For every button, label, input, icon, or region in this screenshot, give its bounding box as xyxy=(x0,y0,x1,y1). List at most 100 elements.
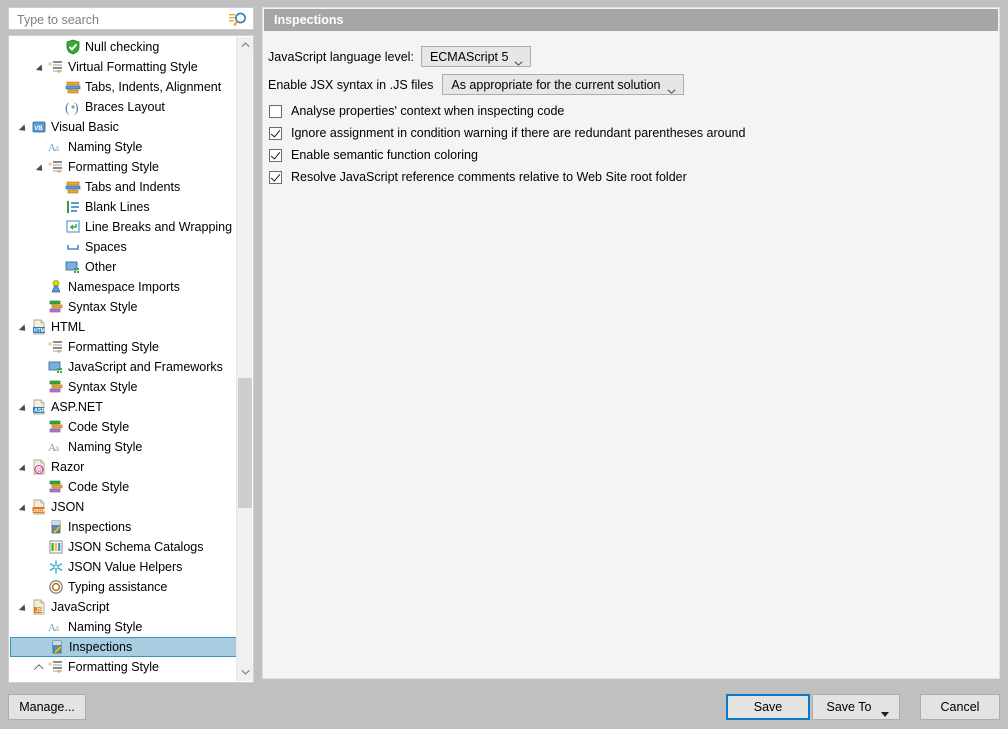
tree-item-spaces[interactable]: Spaces xyxy=(10,237,238,257)
formatting-style-icon: »« xyxy=(48,59,64,75)
tree-item-visual-basic[interactable]: VBVisual Basic xyxy=(10,117,238,137)
tree-item-javascript-and-frameworks[interactable]: JavaScript and Frameworks xyxy=(10,357,238,377)
checkbox-checked-icon[interactable] xyxy=(269,127,282,140)
tree-item-inspections[interactable]: Inspections xyxy=(10,517,238,537)
syntax-style-icon xyxy=(48,299,64,315)
tree-expander-spacer xyxy=(54,42,65,53)
collapse-triangle-icon[interactable] xyxy=(20,502,31,513)
tree-item-json-value-helpers[interactable]: JSON Value Helpers xyxy=(10,557,238,577)
scroll-down-arrow-icon[interactable] xyxy=(237,664,253,681)
tree-expander-spacer xyxy=(37,142,48,153)
tree-item-javascript[interactable]: JSJavaScript xyxy=(10,597,238,617)
settings-page-panel: Inspections JavaScript language level: E… xyxy=(262,7,1000,679)
tree-item-label: JavaScript xyxy=(51,599,109,615)
inspections-icon xyxy=(49,639,65,655)
tree-item-label: Tabs, Indents, Alignment xyxy=(85,79,221,95)
checkbox-row[interactable]: Enable semantic function coloring xyxy=(269,148,478,163)
tree-scrollbar[interactable] xyxy=(236,37,252,681)
jsx-syntax-dropdown[interactable]: As appropriate for the current solution xyxy=(442,74,683,95)
tree-item-code-style[interactable]: Code Style xyxy=(10,417,238,437)
language-level-label: JavaScript language level: xyxy=(268,49,414,65)
tree-item-html[interactable]: HTMLHTML xyxy=(10,317,238,337)
visual-basic-icon: VB xyxy=(31,119,47,135)
tree-item-formatting-style[interactable]: »«Formatting Style xyxy=(10,337,238,357)
checkbox-row[interactable]: Ignore assignment in condition warning i… xyxy=(269,126,745,141)
tree-indent xyxy=(10,367,37,368)
checkbox-row[interactable]: Analyse properties' context when inspect… xyxy=(269,104,564,119)
checkbox-checked-icon[interactable] xyxy=(269,149,282,162)
collapse-triangle-icon[interactable] xyxy=(37,162,48,173)
search-icon[interactable] xyxy=(229,12,247,28)
tree-item-virtual-formatting-style[interactable]: »«Virtual Formatting Style xyxy=(10,57,238,77)
save-button-label: Save xyxy=(754,700,783,714)
tree-item-naming-style[interactable]: AaNaming Style xyxy=(10,617,238,637)
manage-button[interactable]: Manage... xyxy=(8,694,86,720)
tree-item-tabs-and-indents[interactable]: Tabs and Indents xyxy=(10,177,238,197)
scroll-up-arrow-icon[interactable] xyxy=(237,37,253,54)
tree-item-code-style[interactable]: Code Style xyxy=(10,477,238,497)
tree-item-formatting-style[interactable]: »«Formatting Style xyxy=(10,657,238,677)
tree-item-label: Inspections xyxy=(68,519,131,535)
tree-item-line-breaks-and-wrapping[interactable]: Line Breaks and Wrapping xyxy=(10,217,238,237)
tree-item-inspections[interactable]: Inspections xyxy=(10,637,238,657)
search-box[interactable] xyxy=(8,7,254,30)
schema-catalogs-icon xyxy=(48,539,64,555)
formatting-style-icon: »« xyxy=(48,659,64,675)
tree-item-tabs-indents-alignment[interactable]: Tabs, Indents, Alignment xyxy=(10,77,238,97)
svg-text:«: « xyxy=(57,349,61,356)
tree-item-razor[interactable]: @Razor xyxy=(10,457,238,477)
tree-expander-spacer xyxy=(37,362,48,373)
expand-triangle-icon[interactable] xyxy=(37,662,48,673)
tree-expander-spacer xyxy=(37,582,48,593)
checkbox-row[interactable]: Resolve JavaScript reference comments re… xyxy=(269,170,687,185)
tree-item-label: Inspections xyxy=(69,639,132,655)
save-to-button[interactable]: Save To xyxy=(812,694,900,720)
scrollbar-thumb[interactable] xyxy=(238,378,252,508)
tree-indent xyxy=(10,47,54,48)
tree-expander-spacer xyxy=(37,522,48,533)
tree-item-braces-layout[interactable]: ()Braces Layout xyxy=(10,97,238,117)
tree-item-label: ASP.NET xyxy=(51,399,103,415)
tree-item-syntax-style[interactable]: Syntax Style xyxy=(10,377,238,397)
collapse-triangle-icon[interactable] xyxy=(20,462,31,473)
checkbox-unchecked-icon[interactable] xyxy=(269,105,282,118)
tabs-indents-icon xyxy=(65,179,81,195)
tree-item-json[interactable]: JSONJSON xyxy=(10,497,238,517)
tree-item-namespace-imports[interactable]: Namespace Imports xyxy=(10,277,238,297)
page-title: Inspections xyxy=(264,9,998,31)
language-level-dropdown[interactable]: ECMAScript 5 xyxy=(421,46,532,67)
tree-indent xyxy=(10,67,37,68)
tree-item-naming-style[interactable]: AaNaming Style xyxy=(10,137,238,157)
tree-expander-spacer xyxy=(54,222,65,233)
tree-item-formatting-style[interactable]: »«Formatting Style xyxy=(10,157,238,177)
settings-tree[interactable]: Null checking»«Virtual Formatting Style T… xyxy=(8,35,254,683)
tree-item-asp-net[interactable]: ASPASP.NET xyxy=(10,397,238,417)
collapse-triangle-icon[interactable] xyxy=(20,402,31,413)
tree-item-naming-style[interactable]: AaNaming Style xyxy=(10,437,238,457)
svg-text:«: « xyxy=(57,69,61,76)
tree-item-label: Naming Style xyxy=(68,139,142,155)
cancel-button[interactable]: Cancel xyxy=(920,694,1000,720)
tree-indent xyxy=(10,467,20,468)
save-button[interactable]: Save xyxy=(726,694,810,720)
tree-item-syntax-style[interactable]: Syntax Style xyxy=(10,297,238,317)
search-input[interactable] xyxy=(17,11,217,28)
tree-item-other[interactable]: Other xyxy=(10,257,238,277)
tree-expander-spacer xyxy=(37,442,48,453)
tree-item-typing-assistance[interactable]: Typing assistance xyxy=(10,577,238,597)
tree-item-null-checking[interactable]: Null checking xyxy=(10,37,238,57)
tree-indent xyxy=(10,427,37,428)
checkbox-checked-icon[interactable] xyxy=(269,171,282,184)
tree-item-blank-lines[interactable]: Blank Lines xyxy=(10,197,238,217)
tree-item-label: JSON Value Helpers xyxy=(68,559,182,575)
tree-indent xyxy=(11,647,38,648)
checkbox-label: Ignore assignment in condition warning i… xyxy=(291,126,745,141)
tree-indent xyxy=(10,87,54,88)
collapse-triangle-icon[interactable] xyxy=(37,62,48,73)
collapse-triangle-icon[interactable] xyxy=(20,322,31,333)
collapse-triangle-icon[interactable] xyxy=(20,602,31,613)
collapse-triangle-icon[interactable] xyxy=(20,122,31,133)
tree-indent xyxy=(10,147,37,148)
tree-item-json-schema-catalogs[interactable]: JSON Schema Catalogs xyxy=(10,537,238,557)
tree-expander-spacer xyxy=(54,262,65,273)
